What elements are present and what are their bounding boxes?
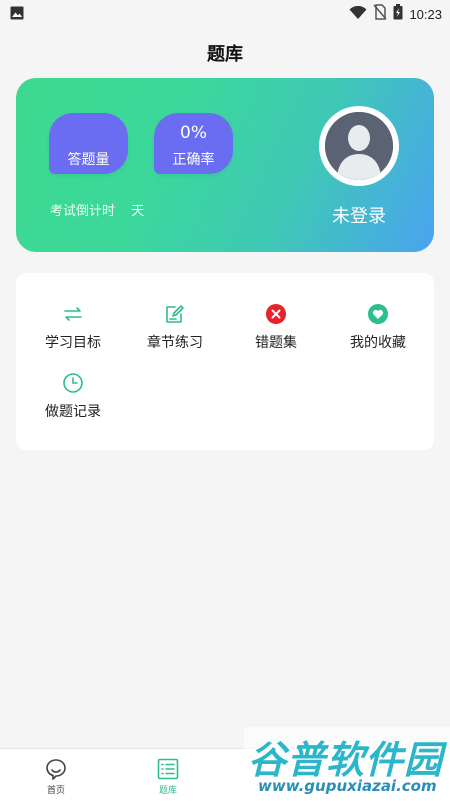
list-icon [156,757,180,781]
nav-tab-home[interactable]: 首页 [0,749,112,801]
feature-menu: 学习目标 章节练习 错题集 我的收藏 做题记录 [16,273,434,450]
watermark-url: www.gupuxiazai.com [258,777,437,795]
exam-countdown: 考试倒计时 天 [50,200,144,219]
menu-item-study-goal[interactable]: 学习目标 [21,303,125,355]
menu-item-label: 错题集 [255,335,297,351]
menu-item-wrong-questions[interactable]: 错题集 [224,303,328,355]
menu-item-label: 我的收藏 [350,335,406,351]
nav-tab-label: 首页 [46,786,65,796]
accuracy-label: 正确率 [172,152,215,168]
countdown-unit: 天 [131,204,145,219]
nav-tab-question-bank[interactable]: 题库 [112,749,224,801]
menu-item-label: 做题记录 [45,404,101,420]
answered-count-value [49,123,128,145]
nav-tab-label: 题库 [158,786,177,796]
answered-count-bubble[interactable]: 答题量 [49,113,128,174]
clock-icon [62,372,84,394]
login-status[interactable]: 未登录 [306,202,412,228]
close-circle-icon [265,303,287,325]
accuracy-value: 0% [180,123,207,143]
avatar[interactable] [319,106,399,186]
edit-note-icon [164,303,186,325]
status-bar: 10:23 [0,0,450,24]
user-avatar-icon [325,112,393,180]
wifi-icon [349,5,367,24]
heart-circle-icon [367,303,389,325]
menu-item-chapter-practice[interactable]: 章节练习 [123,303,227,355]
status-time: 10:23 [409,6,442,22]
battery-charging-icon [393,4,403,24]
watermark-title: 谷普软件园 [248,738,444,782]
menu-item-history[interactable]: 做题记录 [21,372,125,424]
menu-item-label: 章节练习 [147,335,203,351]
no-sim-icon [373,4,388,24]
menu-item-favorites[interactable]: 我的收藏 [326,303,430,355]
image-icon [10,5,24,24]
accuracy-bubble[interactable]: 0% 正确率 [154,113,233,174]
countdown-label: 考试倒计时 [50,204,116,219]
page-title: 题库 [207,44,243,65]
home-chat-icon [44,757,68,781]
menu-item-label: 学习目标 [45,335,101,351]
repeat-arrows-icon [62,303,84,325]
hero-card: 答题量 0% 正确率 考试倒计时 天 未登录 [16,78,434,252]
watermark: 谷普软件园 www.gupuxiazai.com [244,727,450,800]
answered-count-label: 答题量 [67,152,110,168]
